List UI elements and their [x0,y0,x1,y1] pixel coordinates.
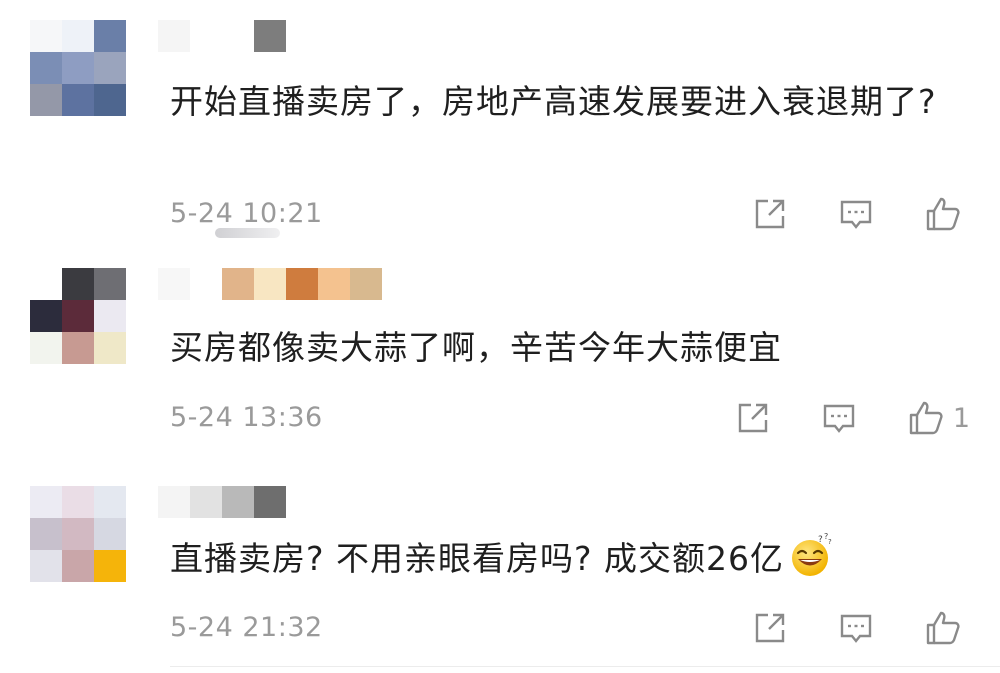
avatar-mosaic-block [62,84,94,116]
username-mosaic-block [254,486,286,518]
username-mosaic-block [158,486,190,518]
username-mosaic-block [190,268,222,300]
reply-button[interactable] [821,400,857,436]
comment-text: 买房都像卖大蒜了啊，辛苦今年大蒜便宜 [170,328,782,367]
like-button[interactable] [924,609,970,647]
share-icon [752,610,788,646]
comment-icon [838,196,874,232]
avatar[interactable] [30,20,126,116]
username-mosaic-block [254,268,286,300]
username-mosaic-block [254,20,286,52]
share-icon [752,196,788,232]
avatar-mosaic-block [94,20,126,52]
thumbs-up-icon [924,609,962,647]
avatar-mosaic-block [30,52,62,84]
avatar-mosaic-block [94,268,126,300]
share-button[interactable] [735,400,771,436]
share-icon [735,400,771,436]
comment-actions: 1 [735,399,970,437]
like-button[interactable]: 1 [907,399,970,437]
avatar-mosaic-block [62,268,94,300]
avatar-mosaic-block [30,268,62,300]
share-button[interactable] [752,610,788,646]
divider [170,666,1000,667]
username-mosaic-block [318,268,350,300]
username-mosaic-block [350,268,382,300]
timestamp: 5-24 21:32 [170,612,323,643]
avatar-mosaic-block [30,518,62,550]
like-button[interactable] [924,195,970,233]
comment-text: 开始直播卖房了，房地产高速发展要进入衰退期了? [170,82,937,121]
avatar-mosaic-block [30,486,62,518]
thumbs-up-icon [924,195,962,233]
avatar-mosaic-block [62,20,94,52]
avatar-mosaic-block [30,332,62,364]
username[interactable] [158,20,286,52]
username-mosaic-block [158,20,190,52]
svg-text:?: ? [818,535,824,545]
svg-text:?: ? [828,538,833,546]
avatar-mosaic-block [62,300,94,332]
username-mosaic-block [222,20,254,52]
avatar-mosaic-block [62,332,94,364]
timestamp: 5-24 10:21 [170,198,323,229]
avatar-mosaic-block [62,518,94,550]
username[interactable] [158,268,414,300]
comment-icon [838,610,874,646]
username-mosaic-block [190,20,222,52]
timestamp: 5-24 13:36 [170,402,323,433]
share-button[interactable] [752,196,788,232]
avatar-mosaic-block [30,300,62,332]
avatar[interactable] [30,268,126,364]
avatar-mosaic-block [30,550,62,582]
avatar-mosaic-block [62,550,94,582]
avatar-mosaic-block [94,486,126,518]
username-mosaic-block [222,268,254,300]
avatar-mosaic-block [94,300,126,332]
sweat-grin-emoji-icon: ? ? ? [788,532,834,593]
avatar[interactable] [30,486,126,582]
reply-button[interactable] [838,196,874,232]
avatar-mosaic-block [94,332,126,364]
username-mosaic-block [286,268,318,300]
smudge-mark [215,228,280,238]
reply-button[interactable] [838,610,874,646]
avatar-mosaic-block [30,84,62,116]
avatar-mosaic-block [94,550,126,582]
comment-actions [752,609,970,647]
comment-text-body: 直播卖房? 不用亲眼看房吗? 成交额26亿 [170,539,785,578]
avatar-mosaic-block [94,84,126,116]
username-mosaic-block [222,486,254,518]
comment-actions [752,195,970,233]
comment-icon [821,400,857,436]
avatar-mosaic-block [62,52,94,84]
avatar-mosaic-block [94,52,126,84]
username[interactable] [158,486,286,518]
username-mosaic-block [382,268,414,300]
avatar-mosaic-block [62,486,94,518]
avatar-mosaic-block [30,20,62,52]
username-mosaic-block [158,268,190,300]
avatar-mosaic-block [94,518,126,550]
thumbs-up-icon [907,399,945,437]
comment-text: 直播卖房? 不用亲眼看房吗? 成交额26亿 ? ? ? [170,532,960,593]
like-count: 1 [952,402,970,434]
username-mosaic-block [190,486,222,518]
